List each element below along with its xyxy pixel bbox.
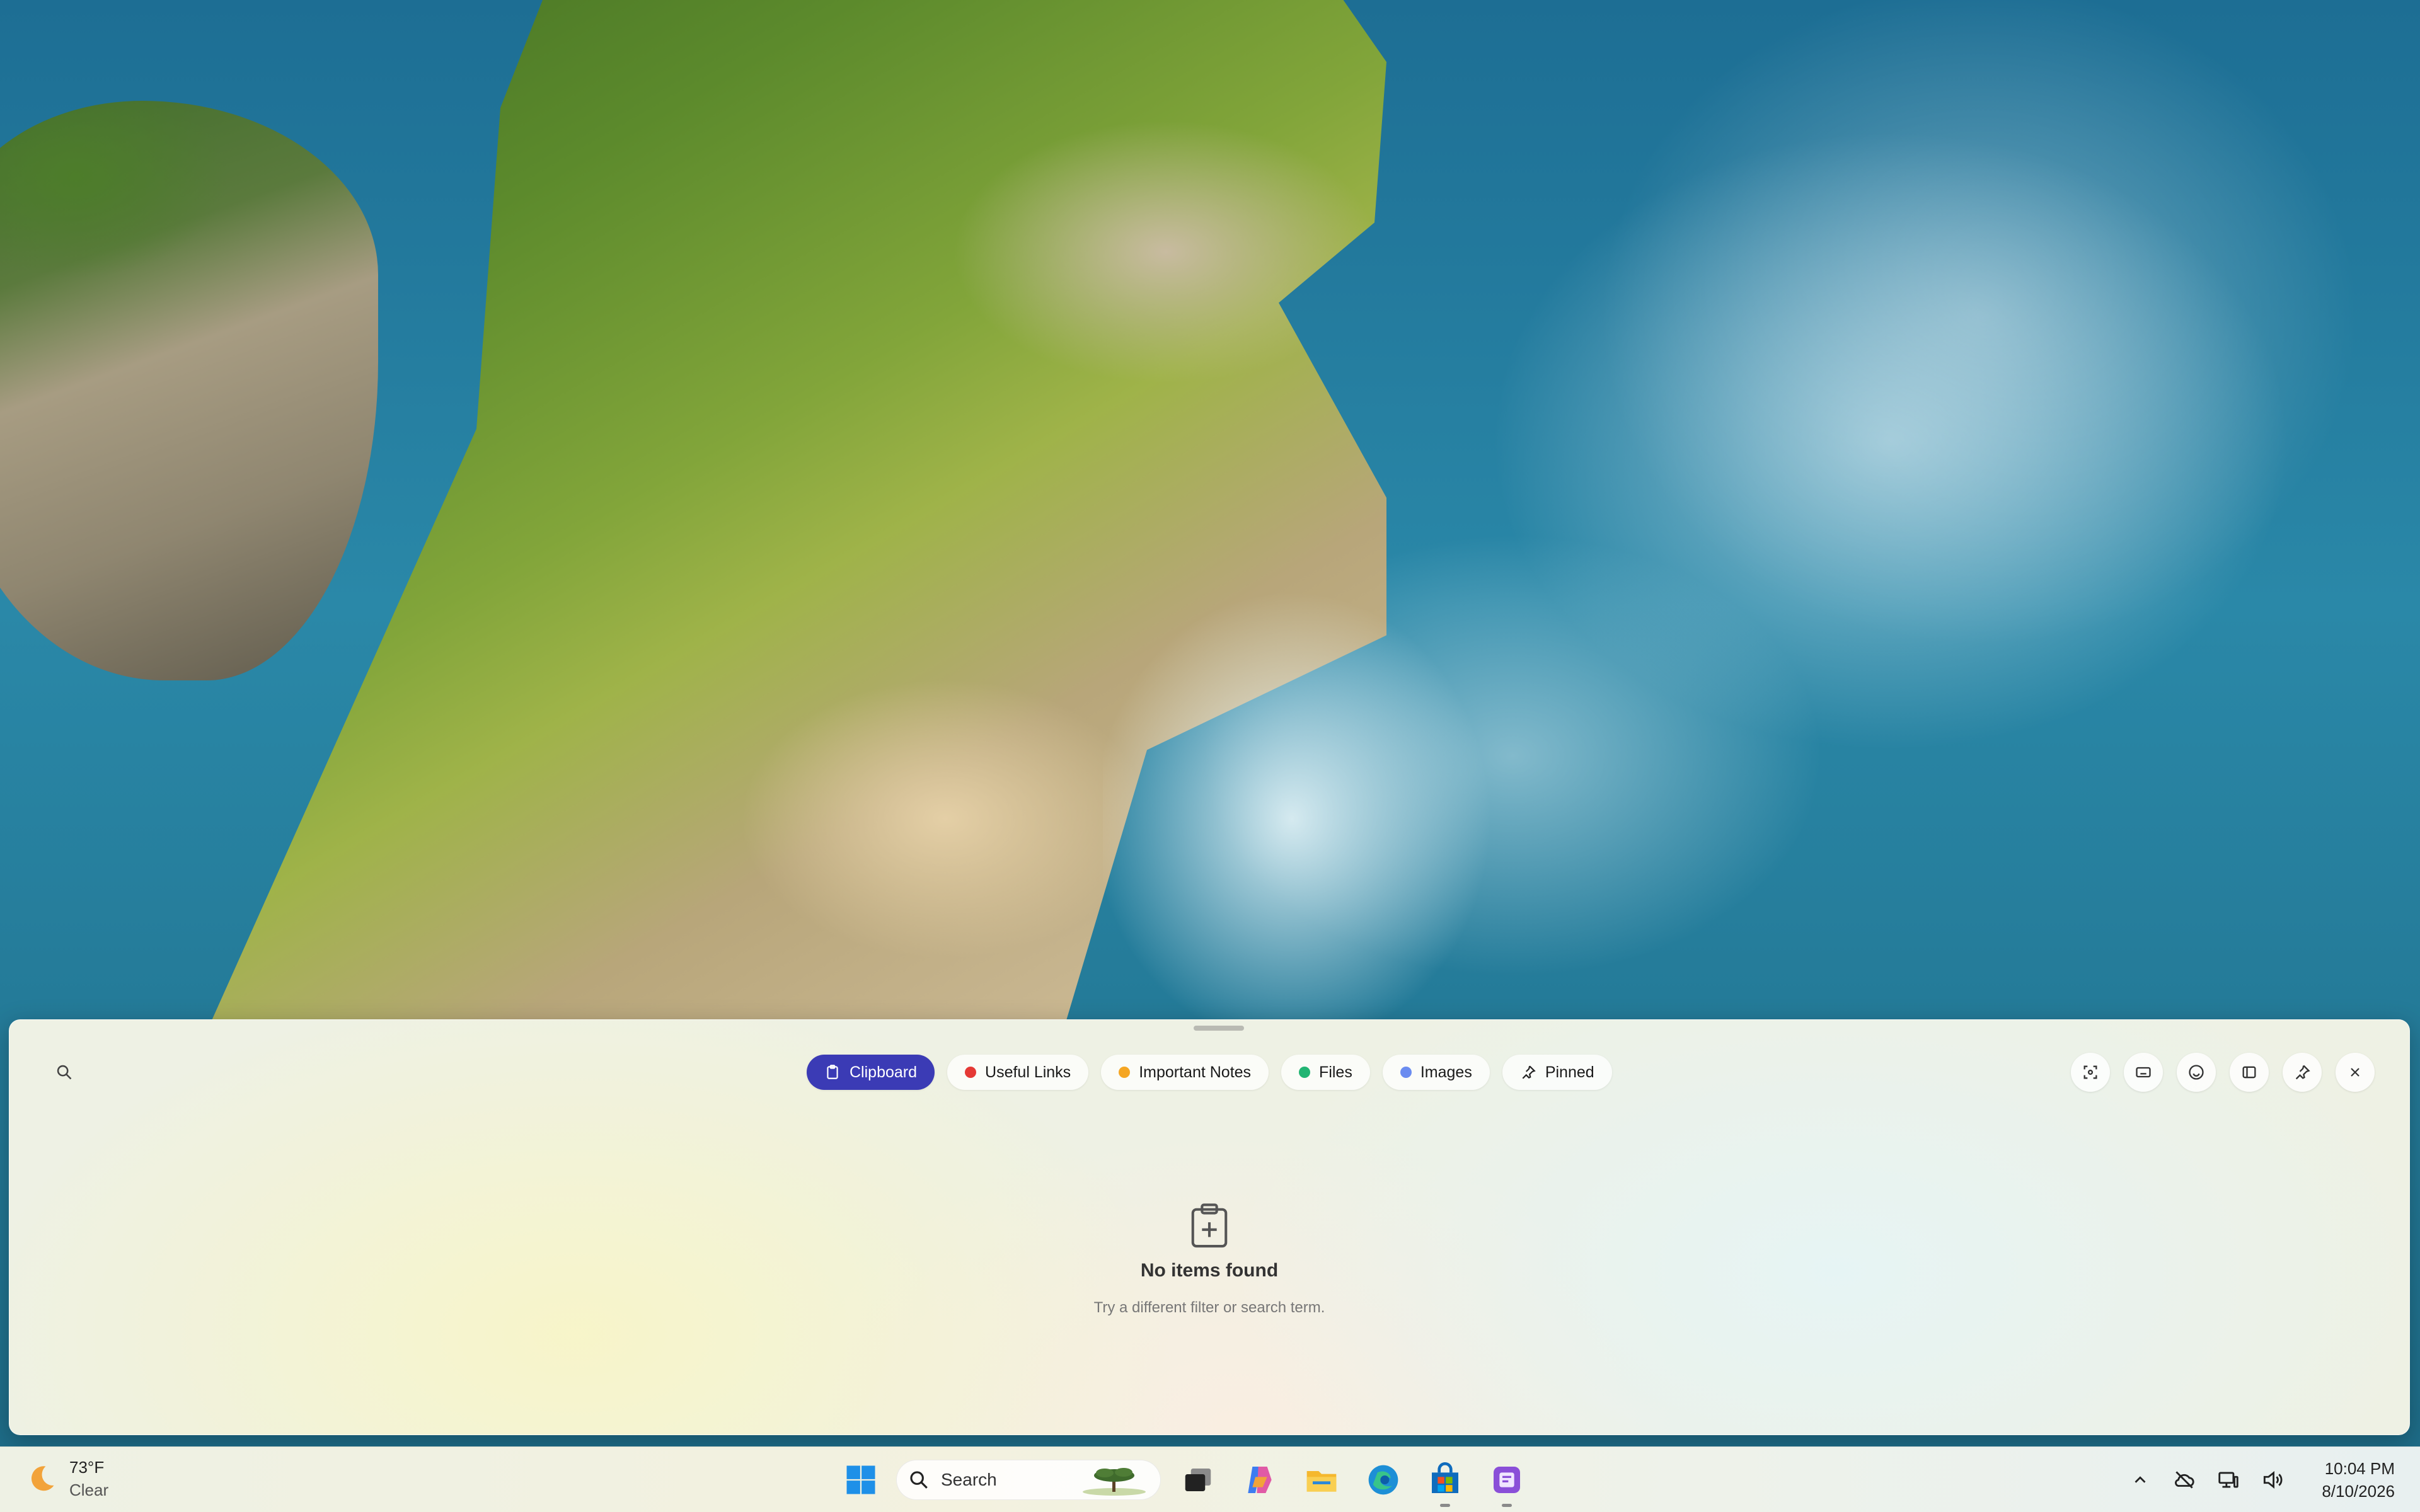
sidebar-icon	[2242, 1066, 2256, 1079]
red-dot-icon	[965, 1067, 977, 1078]
panel-search-button[interactable]	[47, 1055, 82, 1090]
tab-important-notes[interactable]: Important Notes	[1101, 1055, 1269, 1090]
orange-dot-icon	[1119, 1067, 1131, 1078]
clock-date: 8/10/2026	[2322, 1482, 2395, 1501]
cloud-sync-button[interactable]	[2170, 1466, 2198, 1494]
blue-dot-icon	[1400, 1067, 1412, 1078]
tab-label: Pinned	[1545, 1063, 1594, 1081]
pin-icon	[1520, 1064, 1536, 1080]
pin-icon	[2295, 1065, 2310, 1080]
emoji-icon	[2189, 1065, 2204, 1080]
tab-label: Important Notes	[1139, 1063, 1252, 1081]
clipboard-add-icon	[1187, 1202, 1231, 1250]
store-icon	[1432, 1462, 1458, 1493]
sidebar-toggle-button[interactable]	[2230, 1053, 2269, 1092]
show-hidden-icons-button[interactable]	[2126, 1466, 2154, 1494]
speaker-icon	[2264, 1470, 2283, 1489]
task-view-button[interactable]	[1173, 1455, 1223, 1504]
notes-app-icon	[1494, 1467, 1520, 1493]
system-tray: 10:04 PM 8/10/2026	[2126, 1456, 2395, 1504]
windows-logo-icon	[846, 1465, 875, 1494]
clipboard-icon	[824, 1064, 841, 1080]
search-icon	[57, 1065, 72, 1080]
keyboard-button[interactable]	[2124, 1053, 2163, 1092]
store-button[interactable]	[1420, 1455, 1470, 1507]
copilot-icon	[1248, 1467, 1272, 1493]
tab-useful-links[interactable]: Useful Links	[947, 1055, 1089, 1090]
tab-label: Clipboard	[850, 1063, 918, 1081]
panel-actions	[2071, 1053, 2375, 1092]
tab-images[interactable]: Images	[1382, 1055, 1490, 1090]
cloud-off-icon	[2175, 1471, 2194, 1489]
tab-pinned[interactable]: Pinned	[1502, 1055, 1612, 1090]
running-indicator	[1502, 1504, 1512, 1507]
emoji-button[interactable]	[2177, 1053, 2216, 1092]
tab-files[interactable]: Files	[1281, 1055, 1370, 1090]
search-icon	[910, 1471, 928, 1489]
green-dot-icon	[1299, 1067, 1311, 1078]
notes-app-button[interactable]	[1482, 1455, 1531, 1507]
tab-label: Files	[1319, 1063, 1352, 1081]
panel-drag-handle[interactable]	[1194, 1026, 1244, 1031]
desktop: Clipboard Useful Links Important Notes F…	[0, 0, 2420, 1512]
chevron-up-icon	[2135, 1476, 2146, 1483]
taskbar: 73°F Clear Search 10:04 PM 8/10/2026	[0, 1446, 2420, 1512]
task-view-icon	[1185, 1469, 1211, 1491]
screenshot-button[interactable]	[2071, 1053, 2110, 1092]
close-icon	[2351, 1068, 2360, 1077]
pin-panel-button[interactable]	[2283, 1053, 2322, 1092]
network-button[interactable]	[2215, 1466, 2242, 1494]
file-explorer-icon	[1306, 1471, 1337, 1492]
weather-widget[interactable]: 73°F Clear	[25, 1456, 108, 1501]
keyboard-icon	[2136, 1067, 2151, 1078]
clock[interactable]: 10:04 PM 8/10/2026	[2322, 1457, 2395, 1503]
wallpaper-left-island	[0, 101, 378, 680]
running-indicator	[1440, 1504, 1450, 1507]
taskbar-center: Search	[838, 1455, 1531, 1507]
edge-icon	[1368, 1465, 1398, 1495]
file-explorer-button[interactable]	[1297, 1455, 1346, 1504]
tab-clipboard[interactable]: Clipboard	[807, 1055, 935, 1090]
empty-state: No items found Try a different filter or…	[9, 1202, 2410, 1317]
moon-icon	[31, 1466, 54, 1491]
weather-condition: Clear	[69, 1480, 109, 1499]
clock-time: 10:04 PM	[2324, 1459, 2395, 1478]
tab-label: Useful Links	[985, 1063, 1071, 1081]
network-icon	[2218, 1472, 2239, 1488]
start-button[interactable]	[838, 1457, 884, 1503]
copilot-button[interactable]	[1235, 1455, 1284, 1504]
empty-state-title: No items found	[1140, 1260, 1279, 1281]
volume-button[interactable]	[2259, 1466, 2286, 1494]
wallpaper-surf	[1103, 441, 1670, 1071]
close-button[interactable]	[2336, 1053, 2375, 1092]
tab-label: Images	[1420, 1063, 1472, 1081]
tree-thumbnail-icon	[1083, 1468, 1146, 1496]
taskbar-search[interactable]: Search	[896, 1460, 1161, 1500]
weather-temperature: 73°F	[69, 1458, 105, 1477]
clipboard-panel: Clipboard Useful Links Important Notes F…	[9, 1019, 2410, 1435]
filter-tabs: Clipboard Useful Links Important Notes F…	[807, 1055, 1612, 1090]
edge-button[interactable]	[1359, 1455, 1408, 1504]
empty-state-subtitle: Try a different filter or search term.	[1093, 1299, 1325, 1316]
screenshot-icon	[2083, 1065, 2097, 1079]
search-placeholder: Search	[941, 1470, 997, 1489]
